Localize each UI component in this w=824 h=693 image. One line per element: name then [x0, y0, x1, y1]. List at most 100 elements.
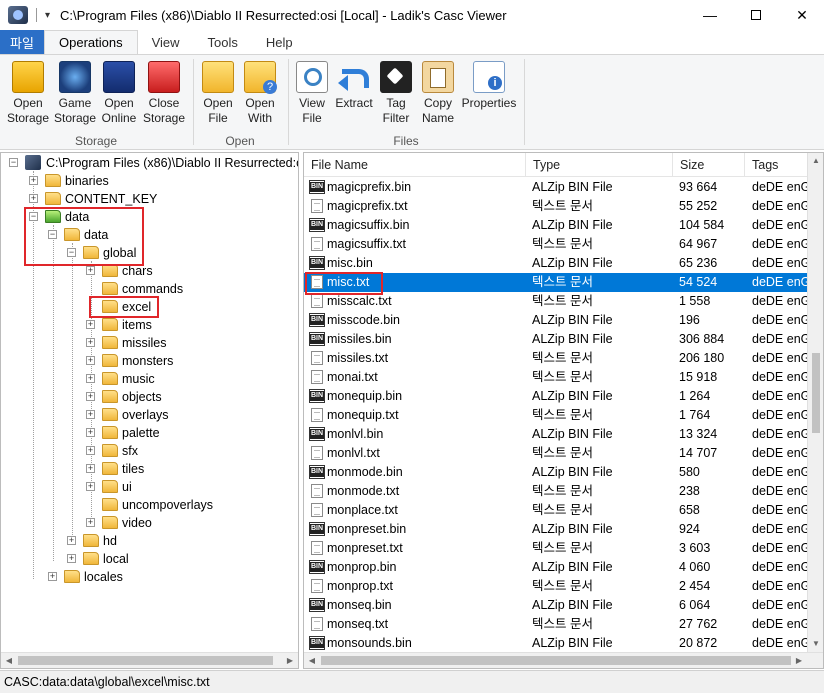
- collapse-icon[interactable]: −: [29, 212, 38, 221]
- expand-icon[interactable]: +: [86, 338, 95, 347]
- collapse-icon[interactable]: −: [9, 158, 18, 167]
- scroll-down-icon[interactable]: ▼: [808, 636, 823, 652]
- expand-icon[interactable]: +: [86, 482, 95, 491]
- expand-icon[interactable]: +: [86, 428, 95, 437]
- scroll-right-icon[interactable]: ▶: [791, 653, 807, 668]
- table-row[interactable]: misc.bin ALZip BIN File 65 236 deDE enG: [304, 254, 810, 273]
- expand-icon[interactable]: +: [86, 356, 95, 365]
- tree-item-binaries[interactable]: + binaries: [1, 172, 298, 190]
- column-header-name[interactable]: File Name: [304, 153, 526, 177]
- table-row[interactable]: magicprefix.bin ALZip BIN File 93 664 deDE …: [304, 178, 810, 197]
- collapse-icon[interactable]: −: [67, 248, 76, 257]
- scroll-up-icon[interactable]: ▲: [808, 153, 823, 169]
- scrollbar-thumb[interactable]: [812, 353, 820, 433]
- scrollbar-thumb[interactable]: [18, 656, 273, 665]
- expand-icon[interactable]: +: [86, 446, 95, 455]
- tree-item-video[interactable]: + video: [1, 514, 298, 532]
- table-row[interactable]: magicsuffix.txt 텍스트 문서 64 967 deDE enG: [304, 235, 810, 254]
- table-row[interactable]: magicprefix.txt 텍스트 문서 55 252 deDE enG: [304, 197, 810, 216]
- minimize-button[interactable]: —: [687, 0, 733, 30]
- expand-icon[interactable]: +: [86, 410, 95, 419]
- table-row[interactable]: missiles.bin ALZip BIN File 306 884 deDE en…: [304, 330, 810, 349]
- table-row[interactable]: monprop.txt 텍스트 문서 2 454 deDE enG: [304, 577, 810, 596]
- tree-item-missiles[interactable]: + missiles: [1, 334, 298, 352]
- expand-icon[interactable]: +: [29, 176, 38, 185]
- close-storage-button[interactable]: Close Storage: [141, 61, 187, 126]
- column-header-tags[interactable]: Tags: [745, 153, 809, 177]
- tree-item-chars[interactable]: + chars: [1, 262, 298, 280]
- table-row[interactable]: misscalc.txt 텍스트 문서 1 558 deDE enG: [304, 292, 810, 311]
- tree-item-items[interactable]: + items: [1, 316, 298, 334]
- quick-access-dropdown-icon[interactable]: ▾: [45, 10, 50, 21]
- column-header-type[interactable]: Type: [526, 153, 673, 177]
- list-vertical-scrollbar[interactable]: ▲ ▼: [807, 153, 823, 652]
- close-button[interactable]: ✕: [779, 0, 824, 30]
- open-with-button[interactable]: Open With: [241, 61, 279, 126]
- table-row[interactable]: monseq.txt 텍스트 문서 27 762 deDE enG: [304, 615, 810, 634]
- tree-item-hd[interactable]: + hd: [1, 532, 298, 550]
- expand-icon[interactable]: +: [86, 392, 95, 401]
- tab-help[interactable]: Help: [252, 30, 307, 54]
- expand-icon[interactable]: +: [86, 518, 95, 527]
- tab-operations[interactable]: Operations: [44, 30, 138, 54]
- tree-item-sfx[interactable]: + sfx: [1, 442, 298, 460]
- table-row[interactable]: monlvl.txt 텍스트 문서 14 707 deDE enG: [304, 444, 810, 463]
- open-storage-button[interactable]: Open Storage: [6, 61, 50, 126]
- tree-item-root[interactable]: − C:\Program Files (x86)\Diablo II Resur…: [1, 154, 298, 172]
- expand-icon[interactable]: +: [67, 536, 76, 545]
- tree-item-content-key[interactable]: + CONTENT_KEY: [1, 190, 298, 208]
- folder-tree[interactable]: − C:\Program Files (x86)\Diablo II Resur…: [0, 152, 299, 669]
- table-row[interactable]: misscode.bin ALZip BIN File 196 deDE enG: [304, 311, 810, 330]
- table-row[interactable]: magicsuffix.bin ALZip BIN File 104 584 deDE…: [304, 216, 810, 235]
- expand-icon[interactable]: +: [48, 572, 57, 581]
- tree-item-objects[interactable]: + objects: [1, 388, 298, 406]
- copy-name-button[interactable]: Copy Name: [419, 61, 457, 126]
- game-storage-button[interactable]: Game Storage: [52, 61, 98, 126]
- tree-item-locales[interactable]: + locales: [1, 568, 298, 586]
- tab-file[interactable]: 파일: [0, 30, 44, 54]
- tree-item-data[interactable]: − data: [1, 208, 298, 226]
- expand-icon[interactable]: +: [29, 194, 38, 203]
- table-row[interactable]: monai.txt 텍스트 문서 15 918 deDE enG: [304, 368, 810, 387]
- tree-item-palette[interactable]: + palette: [1, 424, 298, 442]
- collapse-icon[interactable]: −: [48, 230, 57, 239]
- table-row[interactable]: misc.txt 텍스트 문서 54 524 deDE enG: [304, 273, 810, 292]
- expand-icon[interactable]: +: [86, 374, 95, 383]
- tree-item-ui[interactable]: + ui: [1, 478, 298, 496]
- tree-item-data-sub[interactable]: − data: [1, 226, 298, 244]
- expand-icon[interactable]: +: [86, 320, 95, 329]
- view-file-button[interactable]: View File: [294, 61, 330, 126]
- tree-item-excel[interactable]: excel: [1, 298, 298, 316]
- table-row[interactable]: monmode.txt 텍스트 문서 238 deDE enG: [304, 482, 810, 501]
- tree-item-monsters[interactable]: + monsters: [1, 352, 298, 370]
- table-row[interactable]: monequip.bin ALZip BIN File 1 264 deDE enG: [304, 387, 810, 406]
- tree-item-tiles[interactable]: + tiles: [1, 460, 298, 478]
- open-online-button[interactable]: Open Online: [98, 61, 140, 126]
- table-row[interactable]: monplace.txt 텍스트 문서 658 deDE enG: [304, 501, 810, 520]
- column-header-size[interactable]: Size: [673, 153, 745, 177]
- table-row[interactable]: monprop.bin ALZip BIN File 4 060 deDE enG: [304, 558, 810, 577]
- tree-horizontal-scrollbar[interactable]: ◀ ▶: [1, 652, 298, 668]
- tree-item-overlays[interactable]: + overlays: [1, 406, 298, 424]
- properties-button[interactable]: Properties: [460, 61, 518, 111]
- table-row[interactable]: monequip.txt 텍스트 문서 1 764 deDE enG: [304, 406, 810, 425]
- scroll-left-icon[interactable]: ◀: [304, 653, 320, 668]
- tree-item-local[interactable]: + local: [1, 550, 298, 568]
- tag-filter-button[interactable]: Tag Filter: [379, 61, 413, 126]
- scrollbar-thumb[interactable]: [321, 656, 791, 665]
- tab-tools[interactable]: Tools: [194, 30, 252, 54]
- open-file-button[interactable]: Open File: [199, 61, 237, 126]
- tree-item-music[interactable]: + music: [1, 370, 298, 388]
- table-row[interactable]: monmode.bin ALZip BIN File 580 deDE enG: [304, 463, 810, 482]
- expand-icon[interactable]: +: [67, 554, 76, 563]
- table-row[interactable]: monlvl.bin ALZip BIN File 13 324 deDE enG: [304, 425, 810, 444]
- file-list[interactable]: File Name Type Size Tags magicprefix.bin…: [303, 152, 824, 669]
- expand-icon[interactable]: +: [86, 464, 95, 473]
- maximize-button[interactable]: [733, 0, 779, 30]
- tab-view[interactable]: View: [138, 30, 194, 54]
- table-row[interactable]: monpreset.bin ALZip BIN File 924 deDE enG: [304, 520, 810, 539]
- tree-item-uncompoverlays[interactable]: uncompoverlays: [1, 496, 298, 514]
- table-row[interactable]: missiles.txt 텍스트 문서 206 180 deDE enG: [304, 349, 810, 368]
- scroll-right-icon[interactable]: ▶: [282, 653, 298, 668]
- table-row[interactable]: monseq.bin ALZip BIN File 6 064 deDE enG: [304, 596, 810, 615]
